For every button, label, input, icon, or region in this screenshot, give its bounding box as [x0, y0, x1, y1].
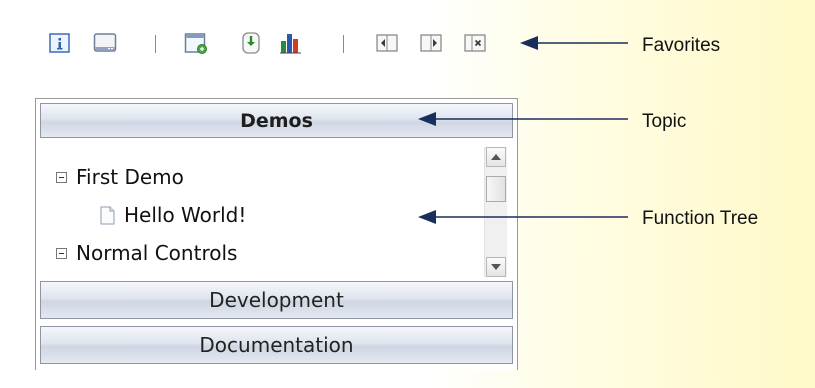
- arrow-down-icon: [491, 264, 501, 270]
- bar-chart-icon[interactable]: [279, 31, 303, 55]
- tree-item-first-demo[interactable]: First Demo: [56, 165, 184, 189]
- arrow-up-icon: [491, 154, 501, 160]
- callout-function-tree: Function Tree: [642, 208, 759, 229]
- tree-item-label: First Demo: [76, 165, 184, 189]
- favorites-arrow: [520, 36, 628, 50]
- callout-topic: Topic: [642, 111, 687, 132]
- navigate-forward-icon[interactable]: [419, 31, 443, 55]
- topic-label: Documentation: [199, 333, 354, 357]
- navigate-back-icon[interactable]: [375, 31, 399, 55]
- collapse-icon[interactable]: [56, 247, 67, 259]
- scrollbar-thumb[interactable]: [486, 176, 506, 202]
- callout-favorites: Favorites: [642, 35, 721, 56]
- topic-header-label: Demos: [240, 109, 313, 132]
- download-icon[interactable]: [239, 31, 263, 55]
- info-icon[interactable]: [48, 31, 72, 55]
- tree-item-label: Hello World!: [124, 203, 247, 227]
- close-page-icon[interactable]: [463, 31, 487, 55]
- topic-development[interactable]: Development: [40, 281, 513, 319]
- topic-arrow: [418, 112, 628, 126]
- open-window-icon[interactable]: [184, 31, 208, 55]
- function-tree-arrow: [418, 210, 628, 224]
- function-tree: First Demo Hello World! Normal Controls: [40, 141, 513, 277]
- toolbar-separator: [343, 35, 344, 53]
- window-icon[interactable]: [93, 31, 117, 55]
- document-icon: [100, 206, 115, 224]
- tree-item-normal-controls[interactable]: Normal Controls: [56, 241, 237, 265]
- scroll-up-button[interactable]: [486, 147, 506, 167]
- topic-label: Development: [209, 288, 344, 312]
- topic-documentation[interactable]: Documentation: [40, 326, 513, 364]
- toolbar-separator: [155, 35, 156, 53]
- favorites-toolbar: [48, 31, 508, 57]
- scroll-down-button[interactable]: [486, 257, 506, 277]
- collapse-icon[interactable]: [56, 171, 67, 183]
- tree-item-hello-world[interactable]: Hello World!: [100, 203, 246, 227]
- tree-item-label: Normal Controls: [76, 241, 238, 265]
- navigation-panel: Demos First Demo Hello World! Normal Con…: [35, 98, 518, 370]
